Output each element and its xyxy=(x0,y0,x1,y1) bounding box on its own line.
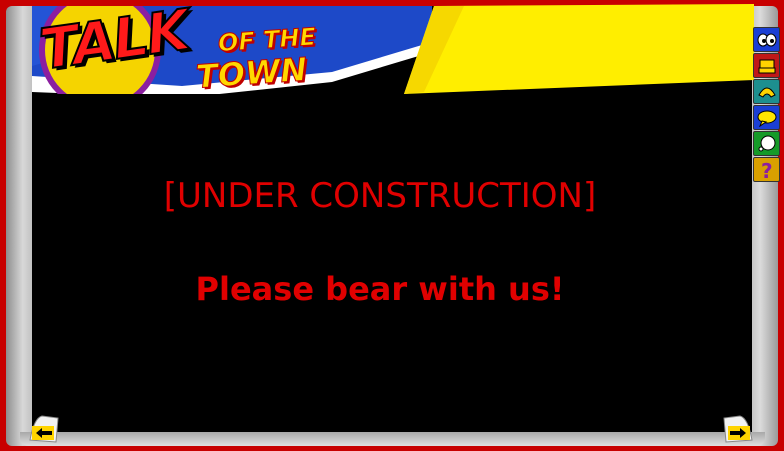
phone-icon xyxy=(757,87,776,98)
chest-icon xyxy=(758,59,775,73)
thinking-icon xyxy=(758,135,775,151)
tab-thinking[interactable] xyxy=(753,131,780,156)
side-tab-bar: ? xyxy=(753,27,781,183)
eyes-icon xyxy=(757,33,776,46)
question-icon: ? xyxy=(761,160,773,180)
arrow-left-icon xyxy=(29,415,59,443)
tab-chest[interactable] xyxy=(753,53,780,78)
tab-help[interactable]: ? xyxy=(753,157,780,182)
book-left-edge xyxy=(6,6,34,446)
logo-town-text: TOWN xyxy=(194,50,309,97)
arrow-right-icon xyxy=(723,415,753,443)
previous-page-button[interactable] xyxy=(28,414,62,444)
svg-text:?: ? xyxy=(761,160,773,180)
tab-phone[interactable] xyxy=(753,79,780,104)
book-bottom-edge xyxy=(20,432,765,446)
tab-eyes[interactable] xyxy=(753,27,780,52)
yellow-flag xyxy=(404,4,754,94)
bear-with-us-message: Please bear with us! xyxy=(195,270,565,308)
tab-speech[interactable] xyxy=(753,105,780,130)
next-page-button[interactable] xyxy=(720,414,754,444)
under-construction-heading: [UNDER CONSTRUCTION] xyxy=(163,176,597,216)
speech-bubble-icon xyxy=(757,110,776,127)
